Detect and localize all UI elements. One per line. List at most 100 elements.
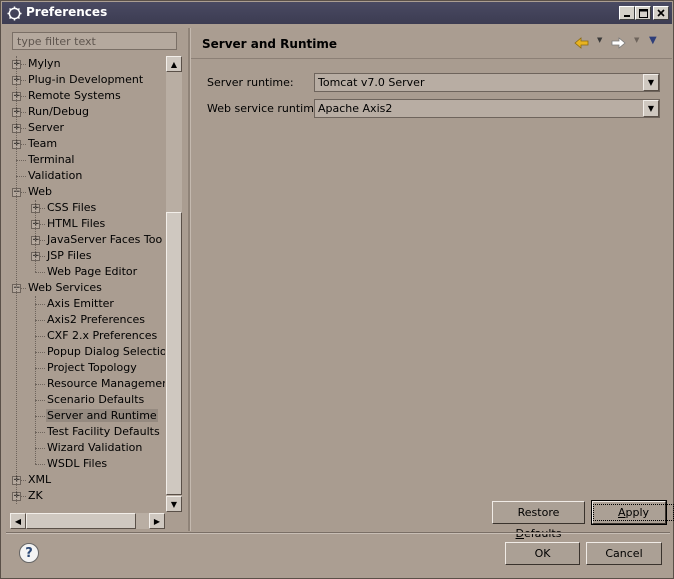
tree-item-css-files[interactable]: CSS Files bbox=[46, 200, 97, 216]
tree-item-axis2-preferences[interactable]: Axis2 Preferences bbox=[46, 312, 146, 328]
ok-button[interactable]: OK bbox=[505, 542, 580, 565]
footer-separator bbox=[6, 532, 670, 534]
tree-item-remote-systems[interactable]: Remote Systems bbox=[27, 88, 122, 104]
tree-item-server-and-runtime[interactable]: Server and Runtime bbox=[46, 408, 158, 424]
tree-connector bbox=[35, 368, 45, 369]
tree-item-javaserver-faces-too[interactable]: JavaServer Faces Too bbox=[46, 232, 163, 248]
tree-item-label: Remote Systems bbox=[28, 89, 121, 102]
tree-item-scenario-defaults[interactable]: Scenario Defaults bbox=[46, 392, 145, 408]
tree-item-cxf-2-x-preferences[interactable]: CXF 2.x Preferences bbox=[46, 328, 158, 344]
tree-item-label: JSP Files bbox=[47, 249, 92, 262]
tree-item-label: Web Page Editor bbox=[47, 265, 138, 278]
back-history-dropdown-icon[interactable]: ▼ bbox=[597, 36, 602, 44]
web-service-runtime-select[interactable]: Apache Axis2 ▼ bbox=[314, 99, 660, 118]
tree-item-label: Project Topology bbox=[47, 361, 137, 374]
tree-item-label: JavaServer Faces Too bbox=[47, 233, 163, 246]
tree-connector bbox=[35, 416, 45, 417]
tree-item-plug-in-development[interactable]: Plug-in Development bbox=[27, 72, 144, 88]
chevron-down-icon[interactable]: ▼ bbox=[643, 74, 659, 91]
tree-item-label: ZK bbox=[28, 489, 43, 502]
tree-item-mylyn[interactable]: Mylyn bbox=[27, 56, 62, 72]
tree-item-label: Terminal bbox=[28, 153, 75, 166]
help-icon[interactable]: ? bbox=[19, 543, 39, 563]
server-runtime-label: Server runtime: bbox=[207, 76, 294, 89]
tree-item-popup-dialog-selection[interactable]: Popup Dialog Selection bbox=[46, 344, 165, 360]
minimize-icon[interactable] bbox=[619, 6, 635, 20]
tree-item-label: Resource Management bbox=[47, 377, 165, 390]
tree-item-test-facility-defaults[interactable]: Test Facility Defaults bbox=[46, 424, 161, 440]
tree-connector bbox=[35, 352, 45, 353]
tree-item-label: HTML Files bbox=[47, 217, 106, 230]
tree-horizontal-scrollbar[interactable]: ◀ ▶ bbox=[10, 513, 165, 529]
tree-item-terminal[interactable]: Terminal bbox=[27, 152, 76, 168]
tree-guide-line bbox=[35, 296, 36, 464]
tree-item-jsp-files[interactable]: JSP Files bbox=[46, 248, 93, 264]
title-bar: Preferences bbox=[2, 2, 672, 24]
filter-input[interactable] bbox=[12, 32, 177, 50]
back-arrow-icon[interactable] bbox=[574, 36, 589, 50]
maximize-icon[interactable] bbox=[635, 6, 651, 20]
vertical-scroll-thumb[interactable] bbox=[166, 212, 182, 495]
preferences-tree: Mylyn + Plug-in Development + Remote Systems… bbox=[10, 56, 165, 512]
tree-item-project-topology[interactable]: Project Topology bbox=[46, 360, 138, 376]
web-service-runtime-label: Web service runtime: bbox=[207, 102, 325, 115]
scroll-down-icon[interactable]: ▼ bbox=[166, 496, 182, 512]
tree-item-resource-management[interactable]: Resource Management bbox=[46, 376, 165, 392]
cancel-button[interactable]: Cancel bbox=[586, 542, 662, 565]
tree-connector bbox=[35, 272, 45, 273]
tree-item-label: Web Services bbox=[28, 281, 102, 294]
tree-item-server[interactable]: Server bbox=[27, 120, 65, 136]
scroll-right-icon[interactable]: ▶ bbox=[149, 513, 165, 529]
apply-button[interactable]: Apply bbox=[591, 500, 674, 525]
tree-connector bbox=[35, 336, 45, 337]
preference-page: Server and Runtime ▼ ▼ ▼ Server runtime:… bbox=[190, 28, 674, 540]
tree-connector bbox=[35, 448, 45, 449]
tree-item-label: Team bbox=[28, 137, 58, 150]
tree-connector bbox=[35, 320, 45, 321]
view-menu-icon[interactable]: ▼ bbox=[649, 35, 657, 46]
chevron-down-icon[interactable]: ▼ bbox=[643, 100, 659, 117]
tree-item-label: Popup Dialog Selection bbox=[47, 345, 165, 358]
forward-history-dropdown-icon[interactable]: ▼ bbox=[634, 36, 639, 44]
page-title: Server and Runtime bbox=[202, 37, 337, 51]
tree-item-label: Axis2 Preferences bbox=[47, 313, 146, 326]
tree-item-web[interactable]: Web bbox=[27, 184, 53, 200]
tree-item-web-page-editor[interactable]: Web Page Editor bbox=[46, 264, 138, 280]
tree-item-wizard-validation[interactable]: Wizard Validation bbox=[46, 440, 143, 456]
tree-connector bbox=[35, 384, 45, 385]
tree-item-zk[interactable]: ZK bbox=[27, 488, 44, 504]
preferences-navigation: Mylyn+Plug-in Development+Remote Systems… bbox=[6, 28, 187, 531]
server-runtime-value: Tomcat v7.0 Server bbox=[318, 76, 425, 89]
tree-item-team[interactable]: Team bbox=[27, 136, 58, 152]
horizontal-scroll-thumb[interactable] bbox=[26, 513, 136, 529]
tree-item-label: Wizard Validation bbox=[47, 441, 143, 454]
restore-defaults-button[interactable]: Restore Defaults bbox=[492, 501, 585, 540]
tree-vertical-scrollbar[interactable]: ▲ ▼ bbox=[166, 56, 182, 512]
tree-guide-line bbox=[16, 56, 17, 504]
tree-item-label: Server and Runtime bbox=[46, 409, 158, 422]
tree-item-label: Axis Emitter bbox=[47, 297, 114, 310]
tree-item-label: Scenario Defaults bbox=[47, 393, 145, 406]
tree-item-html-files[interactable]: HTML Files bbox=[46, 216, 106, 232]
scroll-up-icon[interactable]: ▲ bbox=[166, 56, 182, 72]
tree-connector bbox=[35, 432, 45, 433]
tree-item-run-debug[interactable]: Run/Debug bbox=[27, 104, 90, 120]
tree-item-wsdl-files[interactable]: WSDL Files bbox=[46, 456, 108, 472]
forward-arrow-icon[interactable] bbox=[611, 36, 626, 50]
page-header: Server and Runtime ▼ ▼ ▼ bbox=[191, 28, 672, 59]
tree-item-validation[interactable]: Validation bbox=[27, 168, 83, 184]
eclipse-icon bbox=[6, 5, 22, 21]
scroll-left-icon[interactable]: ◀ bbox=[10, 513, 26, 529]
tree-connector bbox=[35, 400, 45, 401]
close-icon[interactable] bbox=[653, 6, 669, 20]
web-service-runtime-value: Apache Axis2 bbox=[318, 102, 393, 115]
tree-connector bbox=[35, 464, 45, 465]
tree-item-label: Test Facility Defaults bbox=[47, 425, 160, 438]
server-runtime-select[interactable]: Tomcat v7.0 Server ▼ bbox=[314, 73, 660, 92]
tree-item-xml[interactable]: XML bbox=[27, 472, 52, 488]
tree-item-label: Mylyn bbox=[28, 57, 61, 70]
tree-connector bbox=[35, 304, 45, 305]
tree-item-label: CXF 2.x Preferences bbox=[47, 329, 158, 342]
tree-item-web-services[interactable]: Web Services bbox=[27, 280, 103, 296]
tree-item-axis-emitter[interactable]: Axis Emitter bbox=[46, 296, 115, 312]
